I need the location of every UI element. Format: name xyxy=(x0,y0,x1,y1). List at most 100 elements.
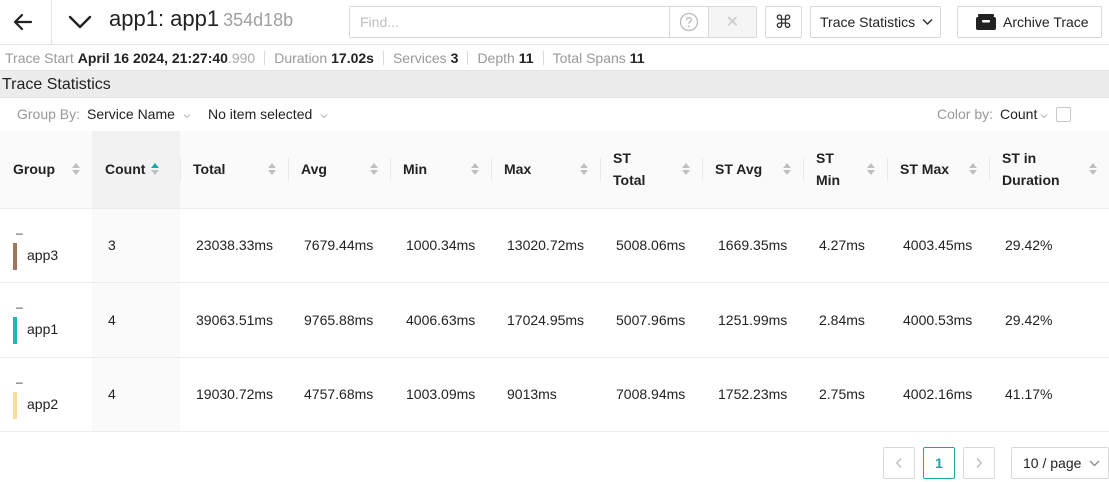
column-header-label: Avg xyxy=(301,161,327,178)
st-in-duration-cell: 41.17% xyxy=(989,357,1109,432)
service-color-bar xyxy=(13,317,17,344)
group-by-select[interactable]: Service Name xyxy=(87,106,191,122)
sort-icon xyxy=(682,163,690,176)
table-row: – app2 4 19030.72ms 4757.68ms 1003.09ms … xyxy=(0,357,1109,432)
table-header-row: Group Count Total Avg Min Max ST Total S… xyxy=(0,131,1109,209)
sort-icon xyxy=(1089,163,1097,176)
st-avg-cell: 1752.23ms xyxy=(702,357,803,432)
color-by-checkbox[interactable] xyxy=(1056,107,1071,122)
max-cell: 9013ms xyxy=(491,357,600,432)
trace-summary-bar: Trace Start April 16 2024, 21:27:40.990 … xyxy=(0,46,1109,71)
trace-name: app1: app1 xyxy=(109,6,220,31)
column-header-st-max[interactable]: ST Max xyxy=(887,131,989,209)
column-header-st-in-duration[interactable]: ST in Duration xyxy=(989,131,1109,209)
services-label: Services xyxy=(392,50,447,66)
prev-page-button[interactable] xyxy=(883,447,915,479)
row-toggle-button[interactable]: – xyxy=(16,227,23,239)
st-max-cell: 4002.16ms xyxy=(887,357,989,432)
column-header-label: Total xyxy=(193,161,226,178)
view-type-dropdown[interactable]: Trace Statistics xyxy=(810,6,941,38)
page-number-button[interactable]: 1 xyxy=(923,447,955,479)
view-type-label: Trace Statistics xyxy=(820,14,916,30)
column-header-label: ST in Duration xyxy=(1002,150,1060,189)
sort-icon xyxy=(580,163,588,176)
column-header-label: Min xyxy=(403,161,428,178)
sub-group-select[interactable]: No item selected xyxy=(208,106,328,122)
trace-start-value: April 16 2024, 21:27:40 xyxy=(77,50,228,66)
total-cell: 23038.33ms xyxy=(180,208,288,283)
column-header-group[interactable]: Group xyxy=(0,131,92,209)
color-by-select[interactable]: Count xyxy=(1000,106,1048,122)
column-header-st-total[interactable]: ST Total xyxy=(600,131,702,209)
group-cell: – app3 xyxy=(0,208,92,283)
trace-start-label: Trace Start xyxy=(5,50,74,66)
close-icon: ✕ xyxy=(725,14,740,31)
trace-start: Trace Start April 16 2024, 21:27:40.990 xyxy=(5,50,255,66)
column-divider xyxy=(491,158,492,180)
service-name: app1 xyxy=(27,321,59,337)
archive-trace-button[interactable]: Archive Trace xyxy=(957,6,1102,38)
row-toggle-button[interactable]: – xyxy=(16,301,23,313)
column-header-count[interactable]: Count xyxy=(92,131,180,209)
total-cell: 39063.51ms xyxy=(180,282,288,358)
min-cell: 1000.34ms xyxy=(390,208,491,283)
total-spans-value: 11 xyxy=(629,50,645,66)
total-spans-label: Total Spans xyxy=(552,50,626,66)
column-divider xyxy=(702,158,703,180)
depth-label: Depth xyxy=(477,50,515,66)
column-header-avg[interactable]: Avg xyxy=(288,131,390,209)
trace-duration: Duration 17.02s xyxy=(274,50,374,66)
chevron-down-icon xyxy=(1040,106,1048,122)
chevron-down-icon xyxy=(922,18,933,26)
trace-id: 354d18b xyxy=(223,10,294,30)
command-icon: ⌘ xyxy=(774,11,793,32)
section-title: Trace Statistics xyxy=(0,71,1109,98)
column-header-st-min[interactable]: ST Min xyxy=(803,131,887,209)
st-avg-cell: 1251.99ms xyxy=(702,282,803,358)
service-color-bar xyxy=(13,391,17,419)
st-total-cell: 7008.94ms xyxy=(600,357,702,432)
sub-group-value: No item selected xyxy=(208,106,313,122)
question-circle-icon xyxy=(679,12,699,32)
summary-divider xyxy=(542,51,544,65)
column-divider xyxy=(288,158,289,180)
column-divider xyxy=(180,158,181,180)
sort-icon xyxy=(370,163,378,176)
trace-start-ms: .990 xyxy=(227,50,256,66)
find-clear-button[interactable]: ✕ xyxy=(708,7,756,37)
trace-depth: Depth 11 xyxy=(477,50,533,66)
st-total-cell: 5007.96ms xyxy=(600,282,702,358)
next-page-button[interactable] xyxy=(963,447,995,479)
find-input[interactable] xyxy=(350,7,669,37)
sort-icon xyxy=(969,163,977,176)
column-header-min[interactable]: Min xyxy=(390,131,491,209)
collapse-trace-button[interactable] xyxy=(66,9,94,35)
column-divider xyxy=(887,158,888,180)
count-cell: 4 xyxy=(92,357,180,432)
find-help-button[interactable] xyxy=(669,7,708,37)
column-header-label: Max xyxy=(504,161,532,178)
column-header-total[interactable]: Total xyxy=(180,131,288,209)
min-cell: 4006.63ms xyxy=(390,282,491,358)
summary-divider xyxy=(264,51,266,65)
keyboard-shortcuts-button[interactable]: ⌘ xyxy=(765,6,802,38)
trace-statistics-table: Group Count Total Avg Min Max ST Total S… xyxy=(0,131,1109,432)
summary-divider xyxy=(382,51,384,65)
sort-icon xyxy=(867,163,875,176)
row-toggle-button[interactable]: – xyxy=(16,376,23,388)
page-size-value: 10 / page xyxy=(1023,455,1082,471)
table-row: – app3 3 23038.33ms 7679.44ms 1000.34ms … xyxy=(0,208,1109,283)
column-header-st-avg[interactable]: ST Avg xyxy=(702,131,803,209)
sort-icon xyxy=(471,163,479,176)
trace-total-spans: Total Spans 11 xyxy=(553,50,645,66)
page-size-select[interactable]: 10 / page xyxy=(1011,447,1109,479)
services-value: 3 xyxy=(450,50,459,66)
column-header-max[interactable]: Max xyxy=(491,131,600,209)
summary-divider xyxy=(467,51,469,65)
st-min-cell: 4.27ms xyxy=(803,208,887,283)
sort-ascending-icon xyxy=(151,163,160,176)
chevron-down-icon xyxy=(68,15,92,29)
column-header-label: Count xyxy=(105,161,146,178)
sort-icon xyxy=(783,163,791,176)
back-button[interactable] xyxy=(10,9,38,35)
